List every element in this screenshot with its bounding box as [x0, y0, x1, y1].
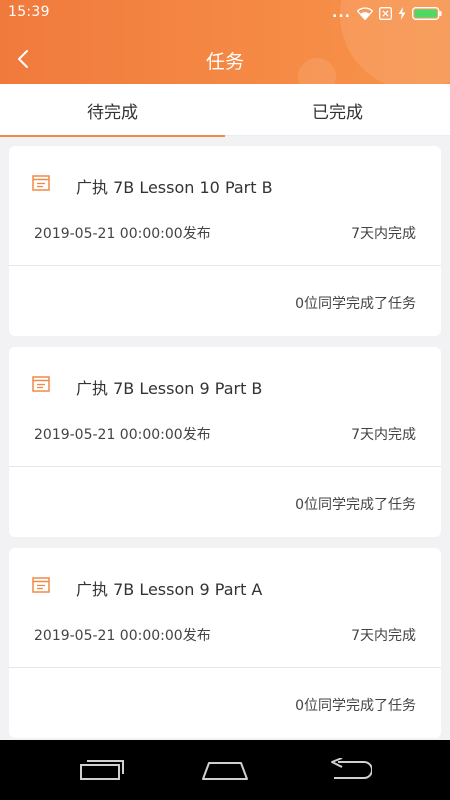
tab-label: 待完成: [87, 102, 138, 123]
status-time: 15:39: [8, 4, 50, 20]
task-title: 广执 7B Lesson 9 Part B: [76, 379, 263, 398]
home-button[interactable]: [201, 756, 249, 784]
card-divider: [9, 265, 441, 266]
more-indicator: ...: [332, 5, 351, 21]
task-title: 广执 7B Lesson 10 Part B: [76, 178, 273, 197]
app-header: 15:39 ... 任务: [0, 0, 450, 84]
back-icon: [331, 758, 372, 779]
task-document-icon: [32, 376, 50, 392]
page-title: 任务: [205, 51, 244, 73]
charging-icon: [398, 6, 406, 20]
wifi-icon: [357, 6, 373, 20]
tab-pending[interactable]: 待完成: [0, 84, 225, 137]
card-divider: [9, 667, 441, 668]
task-deadline: 7天内完成: [351, 427, 416, 443]
task-title: 广执 7B Lesson 9 Part A: [76, 580, 263, 599]
task-tabs: 待完成 已完成: [0, 84, 450, 137]
task-completion-count: 0位同学完成了任务: [295, 296, 416, 312]
status-bar: 15:39 ...: [0, 0, 450, 26]
system-nav-bar: [0, 740, 450, 800]
task-list[interactable]: 广执 7B Lesson 10 Part B 2019-05-21 00:00:…: [0, 136, 450, 740]
task-completion-count: 0位同学完成了任务: [295, 497, 416, 513]
task-completion-count: 0位同学完成了任务: [295, 698, 416, 714]
status-icons: ...: [332, 5, 442, 21]
recent-apps-icon: [80, 760, 124, 780]
task-card[interactable]: 广执 7B Lesson 9 Part B 2019-05-21 00:00:0…: [9, 347, 441, 537]
task-card[interactable]: 广执 7B Lesson 10 Part B 2019-05-21 00:00:…: [9, 146, 441, 336]
task-document-icon: [32, 577, 50, 593]
task-deadline: 7天内完成: [351, 226, 416, 242]
task-publish-date: 2019-05-21 00:00:00发布: [34, 226, 211, 242]
task-publish-date: 2019-05-21 00:00:00发布: [34, 628, 211, 644]
task-publish-date: 2019-05-21 00:00:00发布: [34, 427, 211, 443]
sim-card-icon: [379, 6, 392, 20]
task-document-icon: [32, 175, 50, 191]
system-back-button[interactable]: [326, 756, 374, 784]
task-card[interactable]: 广执 7B Lesson 9 Part A 2019-05-21 00:00:0…: [9, 548, 441, 738]
card-divider: [9, 466, 441, 467]
tab-label: 已完成: [312, 102, 363, 123]
recent-apps-button[interactable]: [78, 756, 126, 784]
home-icon: [202, 762, 248, 780]
tab-completed[interactable]: 已完成: [225, 84, 450, 136]
nav-bar: 任务: [0, 34, 450, 84]
battery-icon: [412, 6, 442, 20]
task-deadline: 7天内完成: [351, 628, 416, 644]
